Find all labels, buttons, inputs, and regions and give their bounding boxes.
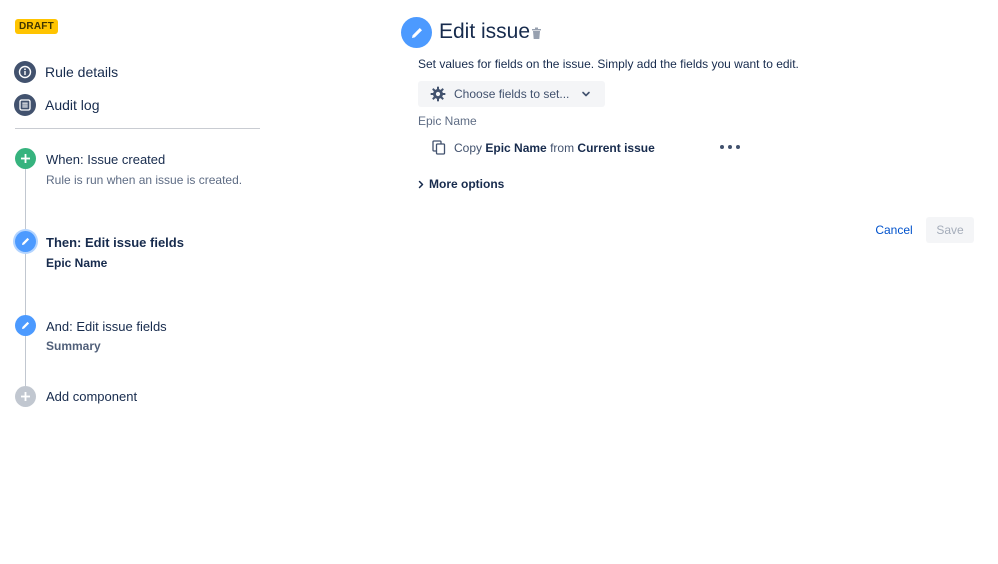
action-node-active	[15, 231, 36, 252]
add-component-node[interactable]	[15, 386, 36, 407]
more-options-label: More options	[429, 177, 505, 191]
nav-divider	[15, 128, 260, 129]
step-and[interactable]: And: Edit issue fields	[46, 319, 167, 334]
more-options-toggle[interactable]: More options	[418, 177, 504, 191]
nav-audit-log-label: Audit log	[45, 97, 100, 113]
panel-description: Set values for fields on the issue. Simp…	[418, 57, 799, 71]
info-icon	[14, 61, 36, 83]
trash-icon[interactable]	[531, 27, 542, 45]
field-label-epic-name: Epic Name	[418, 114, 477, 128]
step-when-subtitle: Rule is run when an issue is created.	[46, 173, 243, 187]
copy-source: Current issue	[577, 140, 655, 155]
nav-rule-details-label: Rule details	[45, 64, 119, 80]
copy-icon	[432, 140, 446, 155]
step-and-subtitle: Summary	[46, 339, 101, 353]
nav-audit-log[interactable]: Audit log	[14, 94, 99, 116]
cancel-button[interactable]: Cancel	[868, 217, 920, 243]
more-icon[interactable]	[720, 139, 740, 155]
step-then-subtitle: Epic Name	[46, 256, 108, 270]
step-when[interactable]: When: Issue created	[46, 152, 165, 167]
choose-fields-button[interactable]: Choose fields to set...	[418, 81, 605, 107]
edit-issue-icon	[401, 17, 432, 48]
copy-field-name: Epic Name	[485, 140, 547, 155]
choose-fields-label: Choose fields to set...	[454, 87, 570, 101]
trigger-node	[15, 148, 36, 169]
add-component-button[interactable]: Add component	[46, 389, 137, 404]
plus-icon	[21, 392, 30, 401]
nav-rule-details[interactable]: Rule details	[14, 61, 118, 83]
copy-verb: Copy	[454, 140, 483, 155]
copy-field-row[interactable]: Copy Epic Name from Current issue	[432, 139, 655, 156]
list-icon	[14, 94, 36, 116]
timeline-connector	[25, 168, 26, 386]
chevron-right-icon	[418, 180, 424, 189]
pencil-icon	[22, 237, 30, 245]
pencil-icon	[22, 321, 30, 329]
step-when-prefix: When:	[46, 152, 84, 167]
gear-icon	[430, 86, 446, 102]
copy-from: from	[550, 140, 575, 155]
panel-title: Edit issue	[439, 20, 531, 43]
step-then[interactable]: Then: Edit issue fields	[46, 235, 184, 250]
save-button[interactable]: Save	[926, 217, 974, 243]
plus-icon	[21, 154, 30, 163]
chevron-down-icon	[581, 89, 591, 99]
step-when-title: Issue created	[87, 152, 166, 167]
status-badge: DRAFT	[15, 19, 58, 34]
action-node	[15, 315, 36, 336]
pencil-icon	[411, 27, 422, 38]
